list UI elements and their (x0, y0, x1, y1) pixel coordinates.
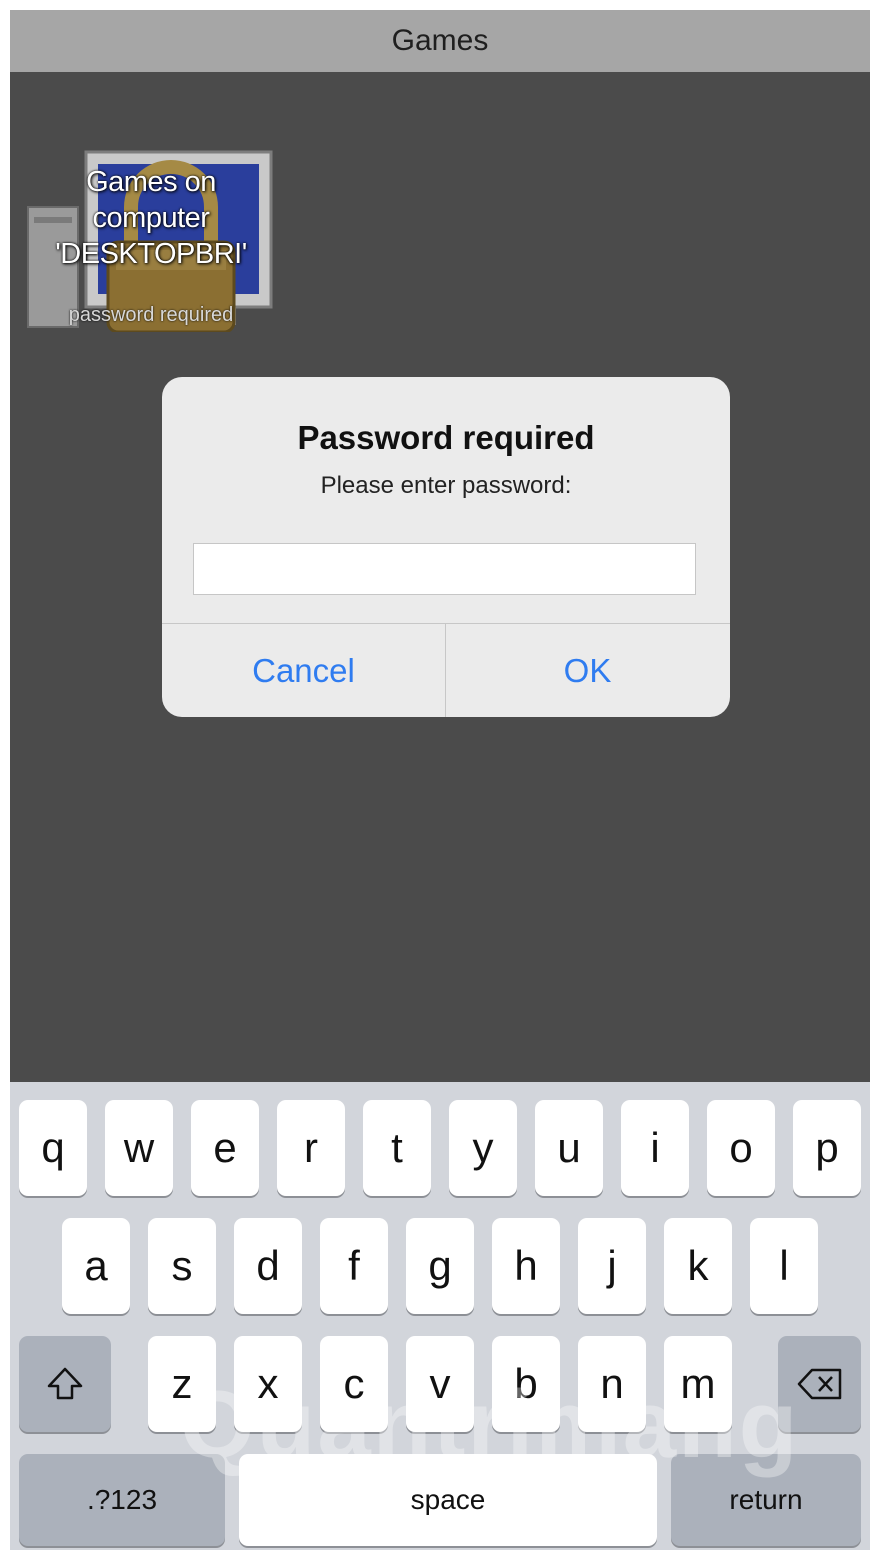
share-item[interactable]: Games on computer 'DESKTOPBRI' password … (26, 112, 276, 332)
key-m[interactable]: m (664, 1336, 732, 1432)
nav-title: Games (391, 24, 489, 57)
key-p[interactable]: p (793, 1100, 861, 1196)
key-j[interactable]: j (578, 1218, 646, 1314)
key-r[interactable]: r (277, 1100, 345, 1196)
key-u[interactable]: u (535, 1100, 603, 1196)
key-b[interactable]: b (492, 1336, 560, 1432)
key-t[interactable]: t (363, 1100, 431, 1196)
key-d[interactable]: d (234, 1218, 302, 1314)
key-l[interactable]: l (750, 1218, 818, 1314)
shift-key[interactable] (19, 1336, 111, 1432)
backspace-key[interactable] (778, 1336, 861, 1432)
key-w[interactable]: w (105, 1100, 173, 1196)
key-x[interactable]: x (234, 1336, 302, 1432)
shift-icon (47, 1367, 83, 1400)
password-field[interactable] (193, 543, 696, 595)
key-c[interactable]: c (320, 1336, 388, 1432)
key-q[interactable]: q (19, 1100, 87, 1196)
key-n[interactable]: n (578, 1336, 646, 1432)
nav-bar: Games (10, 10, 870, 72)
backspace-icon (797, 1368, 841, 1400)
dialog-message: Please enter password: (320, 472, 572, 499)
key-y[interactable]: y (449, 1100, 517, 1196)
numbers-key[interactable]: .?123 (19, 1454, 225, 1546)
key-e[interactable]: e (191, 1100, 259, 1196)
share-name: Games on computer 'DESKTOPBRI' (55, 166, 247, 270)
cancel-button[interactable]: Cancel (162, 624, 445, 717)
key-s[interactable]: s (148, 1218, 216, 1314)
key-a[interactable]: a (62, 1218, 130, 1314)
share-status: password required (68, 304, 234, 326)
password-dialog: Password required Please enter password:… (162, 377, 730, 717)
key-v[interactable]: v (406, 1336, 474, 1432)
return-key[interactable]: return (671, 1454, 861, 1546)
ok-button[interactable]: OK (446, 624, 729, 717)
key-z[interactable]: z (148, 1336, 216, 1432)
key-h[interactable]: h (492, 1218, 560, 1314)
key-f[interactable]: f (320, 1218, 388, 1314)
key-i[interactable]: i (621, 1100, 689, 1196)
key-o[interactable]: o (707, 1100, 775, 1196)
space-key[interactable]: space (239, 1454, 657, 1546)
dialog-title: Password required (297, 419, 595, 456)
key-g[interactable]: g (406, 1218, 474, 1314)
key-k[interactable]: k (664, 1218, 732, 1314)
keyboard: q w e r t y u i o p a s d f g h j k l z … (10, 1082, 870, 1550)
